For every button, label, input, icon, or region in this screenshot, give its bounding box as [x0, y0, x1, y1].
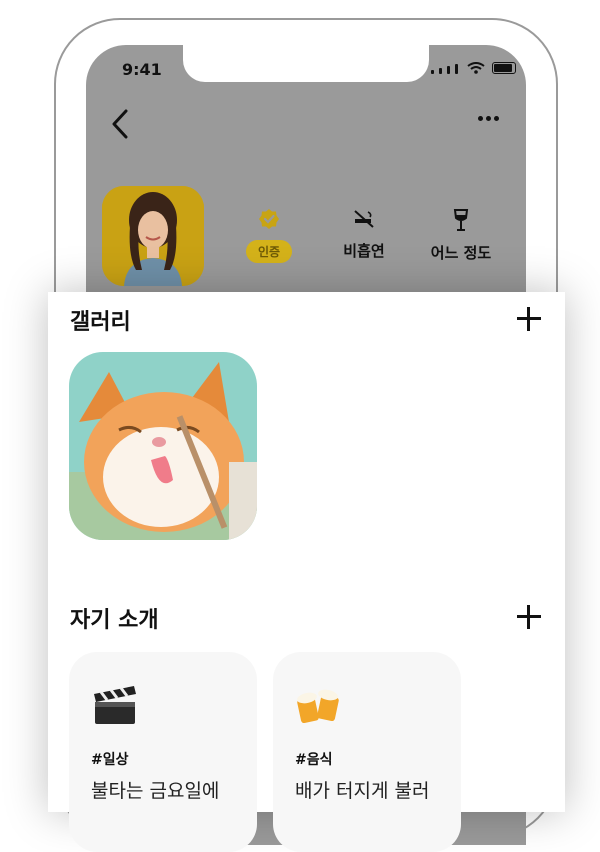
- intro-text: 배가 터지게 불러: [295, 780, 430, 802]
- intro-tag: #일상: [91, 752, 129, 768]
- status-time: 9:41: [122, 60, 162, 79]
- verified-check-icon: [259, 209, 279, 229]
- back-button[interactable]: [108, 108, 132, 140]
- battery-icon: [492, 62, 516, 74]
- avatar[interactable]: [102, 186, 204, 286]
- intro-card-food[interactable]: #음식 배가 터지게 불러: [273, 652, 461, 852]
- smoking-label: 비흡연: [343, 242, 385, 260]
- badge-verified: 인증: [240, 208, 298, 263]
- gallery-photo[interactable]: [69, 352, 257, 540]
- clapperboard-icon: [94, 686, 136, 724]
- intro-title: 자기 소개: [70, 608, 159, 633]
- more-horizontal-icon: [478, 116, 483, 121]
- wifi-icon: [467, 62, 485, 74]
- intro-card-daily[interactable]: #일상 불타는 금요일에: [69, 652, 257, 852]
- intro-text: 불타는 금요일에: [91, 780, 220, 802]
- profile-photo: [102, 186, 204, 286]
- more-horizontal-icon: [486, 116, 491, 121]
- profile-details-sheet: 갤러리 자기 소개 #일상 불타는 금요일에 #음식 배가 터지게 불러: [48, 292, 565, 852]
- signal-bar: [447, 66, 450, 74]
- beer-mugs-icon: [297, 689, 339, 724]
- more-horizontal-icon: [494, 116, 499, 121]
- no-smoking-icon: [354, 210, 374, 228]
- cat-photo: [69, 352, 257, 540]
- intro-add-button[interactable]: [515, 603, 543, 631]
- drinking-label: 어느 정도: [430, 244, 492, 262]
- signal-bar: [455, 64, 458, 74]
- status-icons: [431, 62, 516, 74]
- more-button[interactable]: [478, 116, 499, 121]
- gallery-title: 갤러리: [70, 310, 131, 335]
- gallery-add-button[interactable]: [515, 305, 543, 333]
- badge-smoking: 비흡연: [332, 208, 396, 261]
- chevron-left-icon: [112, 109, 128, 139]
- intro-tag: #음식: [295, 752, 333, 768]
- signal-bar: [431, 70, 434, 74]
- badge-drinking: 어느 정도: [420, 208, 502, 263]
- wine-glass-icon: [453, 209, 469, 231]
- device-notch: [183, 45, 429, 82]
- verified-label: 인증: [245, 240, 293, 263]
- signal-bar: [439, 68, 442, 74]
